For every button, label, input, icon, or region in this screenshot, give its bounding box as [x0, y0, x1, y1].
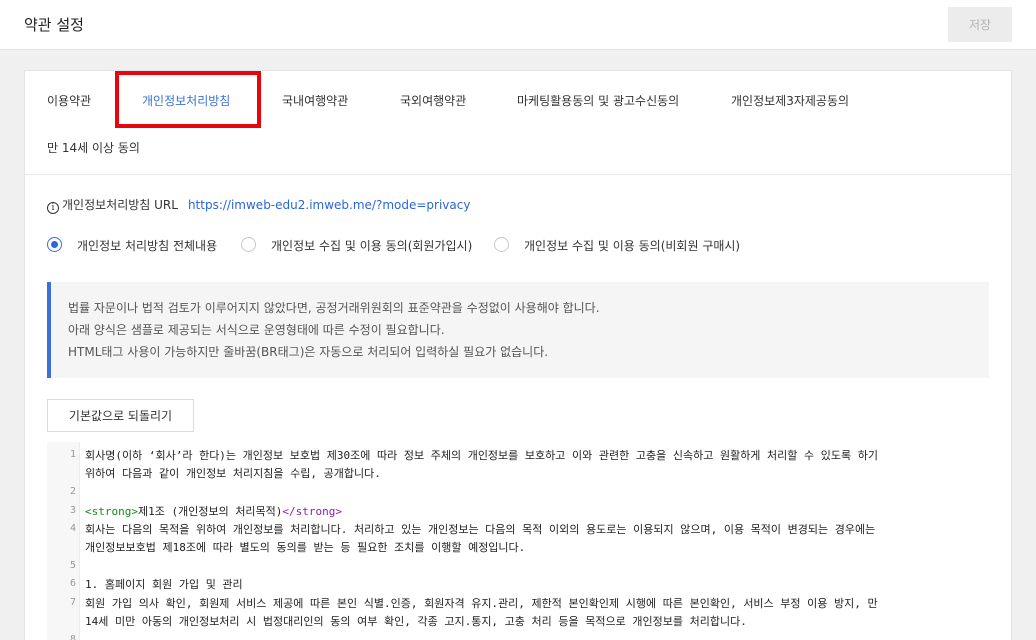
html-code-editor[interactable]: 1 2 3 4 5 6 7 8 회사명(이하 ‘회사’라 한다)는 개인정보 보…	[47, 442, 989, 640]
top-bar: 약관 설정 저장	[0, 0, 1036, 50]
html-tag: <strong>	[85, 505, 138, 518]
line-number-gutter: 1 2 3 4 5 6 7 8	[47, 442, 80, 640]
line-number: 1	[69, 449, 76, 460]
code-line: <strong>제1조 (개인정보의 처리목적)</strong>	[85, 503, 342, 519]
line-number: 5	[69, 560, 76, 571]
tab-terms-of-use[interactable]: 이용약관	[47, 92, 91, 109]
policy-type-radio-group: 개인정보 처리방침 전체내용 개인정보 수집 및 이용 동의(회원가입시) 개인…	[47, 236, 987, 254]
save-button[interactable]: 저장	[948, 7, 1012, 42]
info-icon: i	[47, 202, 59, 214]
tab-domestic-travel-terms[interactable]: 국내여행약관	[282, 92, 348, 109]
privacy-url-label: 개인정보처리방침 URL	[62, 198, 178, 212]
privacy-url-row: i 개인정보처리방침 URL https://imweb-edu2.imweb.me…	[47, 196, 470, 214]
tab-age-14-consent[interactable]: 만 14세 이상 동의	[47, 139, 140, 156]
radio-unchecked-icon	[494, 237, 509, 252]
notice-line: 아래 양식은 샘플로 제공되는 서식으로 운영형태에 따른 수정이 필요합니다.	[68, 323, 445, 337]
code-line: 회원 가입 의사 확인, 회원제 서비스 제공에 따른 본인 식별.인증, 회원…	[85, 597, 878, 610]
line-number: 6	[69, 578, 76, 589]
code-line: 개인정보보호법 제18조에 따라 별도의 동의를 받는 등 필요한 조치를 이행…	[85, 541, 526, 554]
radio-full-policy-label: 개인정보 처리방침 전체내용	[77, 239, 218, 253]
code-line: 회사명(이하 ‘회사’라 한다)는 개인정보 보호법 제30조에 따라 정보 주…	[85, 449, 878, 462]
notice-box: 법률 자문이나 법적 검토가 이루어지지 않았다면, 공정거래위원회의 표준약관…	[47, 282, 989, 378]
code-line: 14세 미만 아동의 개인정보처리 시 법정대리인의 동의 여부 확인, 각종 …	[85, 615, 747, 628]
tab-marketing-consent[interactable]: 마케팅활용동의 및 광고수신동의	[517, 92, 679, 109]
tab-privacy-policy[interactable]: 개인정보처리방침	[142, 92, 230, 109]
tab-third-party-consent[interactable]: 개인정보제3자제공동의	[731, 92, 849, 109]
line-number: 4	[69, 523, 76, 534]
reset-default-button[interactable]: 기본값으로 되돌리기	[47, 399, 194, 432]
terms-panel: 이용약관 개인정보처리방침 국내여행약관 국외여행약관 마케팅활용동의 및 광고…	[24, 70, 1012, 640]
page-title: 약관 설정	[24, 16, 84, 34]
line-number: 2	[69, 486, 76, 497]
code-line: 1. 홈페이지 회원 가입 및 관리	[85, 578, 243, 591]
notice-line: 법률 자문이나 법적 검토가 이루어지지 않았다면, 공정거래위원회의 표준약관…	[68, 301, 600, 315]
notice-line: HTML태그 사용이 가능하지만 줄바꿈(BR태그)은 자동으로 처리되어 입력…	[68, 345, 549, 359]
line-number: 7	[69, 597, 76, 608]
code-text: 제1조 (개인정보의 처리목적)	[137, 505, 283, 518]
terms-tabs: 이용약관 개인정보처리방침 국내여행약관 국외여행약관 마케팅활용동의 및 광고…	[25, 71, 1011, 175]
html-tag: </strong>	[282, 505, 343, 518]
radio-checked-icon	[47, 237, 62, 252]
line-number: 8	[69, 634, 76, 640]
radio-member-signup-label: 개인정보 수집 및 이용 동의(회원가입시)	[271, 239, 473, 253]
radio-guest-purchase-label: 개인정보 수집 및 이용 동의(비회원 구매시)	[524, 239, 741, 253]
code-line: 회사는 다음의 목적을 위하여 개인정보를 처리합니다. 처리하고 있는 개인정…	[85, 523, 876, 536]
radio-unchecked-icon	[241, 237, 256, 252]
line-number: 3	[69, 505, 76, 516]
privacy-url-link[interactable]: https://imweb-edu2.imweb.me/?mode=privac…	[188, 198, 471, 212]
code-line: 위하여 다음과 같이 개인정보 처리지침을 수립, 공개합니다.	[85, 467, 381, 480]
tab-overseas-travel-terms[interactable]: 국외여행약관	[400, 92, 466, 109]
